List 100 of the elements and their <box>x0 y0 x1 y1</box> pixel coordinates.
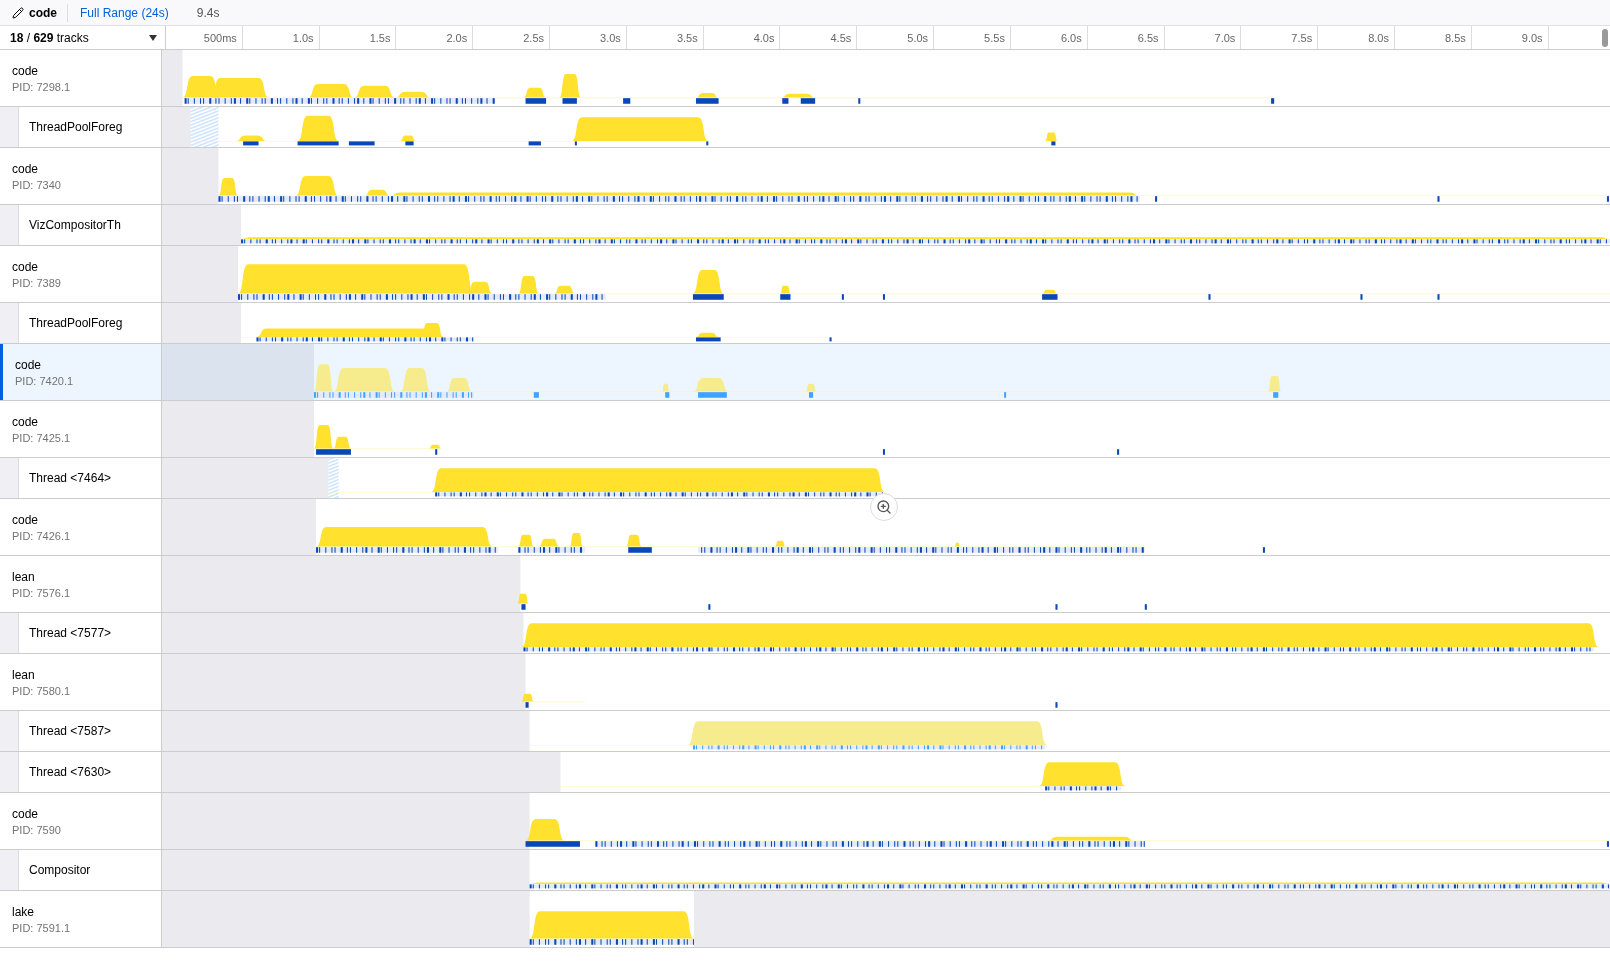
sample-marker-strip <box>1606 196 1609 202</box>
scroll-handle[interactable] <box>1602 29 1608 47</box>
sample-marker-strip <box>348 141 375 146</box>
sample-marker-strip <box>782 98 789 104</box>
sample-marker-strip <box>316 449 351 455</box>
track-name: Thread <7464> <box>29 471 113 485</box>
sample-marker-strip <box>623 98 631 104</box>
process-id: PID: 7590 <box>12 823 62 836</box>
track-row[interactable]: ThreadPoolForeg <box>0 303 1610 344</box>
track-row[interactable]: Thread <7577> <box>0 613 1610 654</box>
track-name: Thread <7630> <box>29 765 113 779</box>
track-row[interactable]: lean PID: 7580.1 <box>0 654 1610 711</box>
track-row[interactable]: lean PID: 7576.1 <box>0 556 1610 613</box>
sample-marker-strip <box>696 337 721 342</box>
sample-marker-strip <box>525 98 547 104</box>
sample-marker-strip <box>780 294 791 300</box>
time-tick: 8.5s <box>1444 26 1472 49</box>
sample-marker-strip <box>841 294 844 300</box>
track-row[interactable]: ThreadPoolForeg <box>0 107 1610 148</box>
sample-marker-strip <box>1004 392 1007 398</box>
time-tick: 7.0s <box>1214 26 1242 49</box>
sample-marker-strip <box>1144 604 1147 610</box>
process-id: PID: 7425.1 <box>12 431 72 444</box>
track-name: lean <box>12 569 36 584</box>
track-row[interactable]: code PID: 7340 <box>0 148 1610 205</box>
track-row[interactable]: Thread <7464> <box>0 458 1610 499</box>
pencil-icon <box>12 6 24 19</box>
sample-marker-strip <box>1437 294 1440 300</box>
sample-marker-strip <box>1271 98 1275 104</box>
sample-marker-strip <box>1117 449 1120 455</box>
process-id: PID: 7340 <box>12 178 62 191</box>
process-id: PID: 7298.1 <box>12 80 72 93</box>
track-row[interactable]: code PID: 7426.1 <box>0 499 1610 556</box>
track-name: code <box>12 63 40 78</box>
sample-marker-strip <box>882 449 885 455</box>
track-indent <box>0 458 18 498</box>
process-id: PID: 7420.1 <box>15 374 75 387</box>
track-row[interactable]: Thread <7587> <box>0 711 1610 752</box>
process-id: PID: 7580.1 <box>12 684 72 697</box>
track-name: code <box>12 161 40 176</box>
time-tick: 3.5s <box>676 26 704 49</box>
sample-marker-strip <box>708 604 711 610</box>
sample-marker-strip <box>533 392 539 398</box>
hatched-region <box>328 458 339 498</box>
track-row[interactable]: code PID: 7420.1 <box>0 344 1610 401</box>
sample-marker-strip <box>628 547 652 553</box>
zoom-in-icon <box>876 499 892 515</box>
sample-marker-strip <box>809 392 814 398</box>
sample-marker-strip <box>829 337 832 342</box>
track-row[interactable]: code PID: 7590 <box>0 793 1610 850</box>
full-range-link[interactable]: Full Range (24s) <box>68 5 181 20</box>
sample-marker-strip <box>525 702 529 708</box>
sample-marker-strip <box>1360 294 1363 300</box>
track-name: code <box>12 512 40 527</box>
sample-marker-strip <box>665 392 670 398</box>
sample-marker-strip <box>1055 604 1058 610</box>
track-name: lean <box>12 667 36 682</box>
sample-marker-strip <box>882 294 885 300</box>
sample-marker-strip <box>528 141 541 146</box>
sample-marker-strip <box>518 547 586 553</box>
track-row[interactable]: VizCompositorTh <box>0 205 1610 246</box>
time-tick: 9.0s <box>1521 26 1549 49</box>
sample-marker-strip <box>243 141 259 146</box>
sample-marker-strip <box>800 98 816 104</box>
track-row[interactable]: lake PID: 7591.1 <box>0 891 1610 948</box>
process-id: PID: 7426.1 <box>12 529 72 542</box>
track-row[interactable]: code PID: 7298.1 <box>0 50 1610 107</box>
track-name: VizCompositorTh <box>29 218 122 232</box>
sample-marker-strip <box>698 392 727 398</box>
time-tick: 5.0s <box>907 26 935 49</box>
track-name: Thread <7587> <box>29 724 113 738</box>
sample-marker-strip <box>1155 196 1158 202</box>
time-tick: 2.0s <box>446 26 474 49</box>
process-id: PID: 7576.1 <box>12 586 72 599</box>
sample-marker-strip <box>1055 702 1058 708</box>
caret-icon <box>149 34 157 41</box>
time-tick: 2.5s <box>523 26 551 49</box>
sample-marker-strip <box>525 841 580 847</box>
sample-marker-strip <box>706 141 709 146</box>
sample-marker-strip <box>405 141 414 146</box>
sample-marker-strip <box>1208 294 1211 300</box>
track-name: code <box>15 357 43 372</box>
sample-marker-strip <box>1437 196 1440 202</box>
track-row[interactable]: Compositor <box>0 850 1610 891</box>
track-name: ThreadPoolForeg <box>29 120 124 134</box>
track-row[interactable]: code PID: 7389 <box>0 246 1610 303</box>
track-name: code <box>12 414 40 429</box>
time-tick: 500ms <box>203 26 243 49</box>
time-tick: 4.0s <box>753 26 781 49</box>
sample-marker-strip <box>574 141 577 146</box>
track-name: lake <box>12 904 35 919</box>
sample-marker-strip <box>1262 547 1265 553</box>
track-row[interactable]: Thread <7630> <box>0 752 1610 793</box>
track-indent <box>0 107 18 147</box>
breadcrumb[interactable]: code <box>29 5 57 20</box>
time-tick: 8.0s <box>1368 26 1395 49</box>
sample-marker-strip <box>1273 392 1279 398</box>
track-row[interactable]: code PID: 7425.1 <box>0 401 1610 458</box>
sample-marker-strip <box>297 141 339 146</box>
sample-marker-strip <box>696 98 719 104</box>
